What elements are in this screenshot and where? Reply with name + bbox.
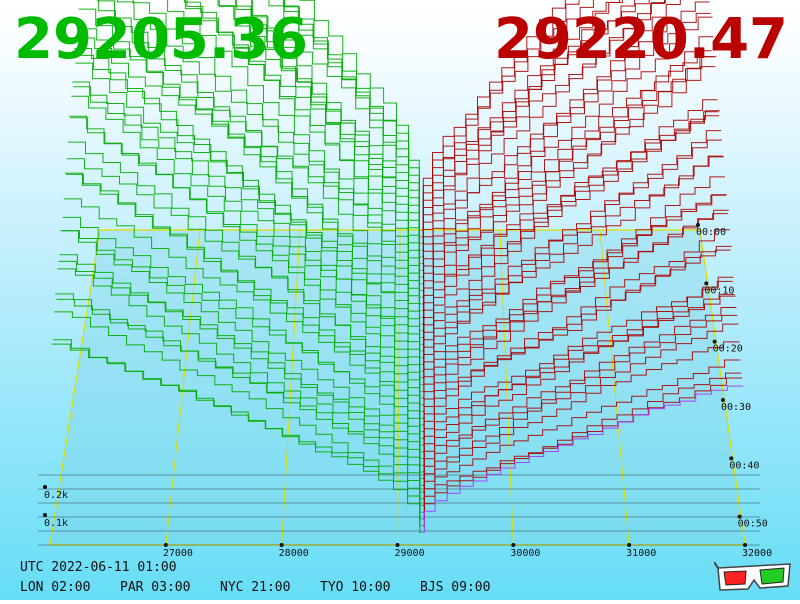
price-tick-label: 32000	[742, 548, 772, 559]
timezone-bjs: BJS 09:00	[420, 580, 491, 595]
time-tick-label: 00:40	[729, 460, 759, 471]
timezone-par: PAR 03:00	[120, 580, 191, 595]
timezone-tyo: TYO 10:00	[320, 580, 391, 595]
price-tick-label: 28000	[279, 548, 309, 559]
z-tick-dot	[43, 485, 47, 489]
depth-chart-stage: 27000 28000 29000 30000 31000 32000 0.1k 0.2k 00…	[0, 0, 800, 600]
price-tick-label: 27000	[163, 548, 193, 559]
z-tick-dot	[43, 513, 47, 517]
timezone-nyc: NYC 21:00	[220, 580, 291, 595]
order-book-3d-depth-chart: 27000 28000 29000 30000 31000 32000 0.1k 0.2k 00…	[0, 0, 800, 600]
time-tick-label: 00:10	[704, 285, 734, 296]
price-tick-dot	[279, 543, 284, 547]
z-tick-label: 0.1k	[44, 518, 68, 529]
time-tick-label: 00:20	[713, 344, 743, 355]
price-tick-dot	[163, 543, 168, 547]
time-tick-label: 00:30	[721, 402, 751, 413]
price-tick-dot	[395, 543, 400, 547]
timezone-lon: LON 02:00	[20, 580, 91, 595]
bid-price: 29205.36	[14, 7, 309, 72]
price-tick-label: 31000	[626, 548, 656, 559]
ask-price: 29220.47	[493, 7, 788, 72]
utc-timestamp: UTC 2022-06-11 01:00	[20, 560, 177, 575]
3d-glasses-icon[interactable]	[714, 560, 794, 594]
price-tick-dot	[511, 543, 516, 547]
price-tick-dot	[627, 543, 632, 547]
price-tick-label: 30000	[510, 548, 540, 559]
time-tick-label: 00:50	[738, 519, 768, 530]
z-tick-label: 0.2k	[44, 490, 68, 501]
price-tick-dot	[743, 543, 747, 547]
time-tick-label: 00:00	[696, 227, 726, 238]
price-tick-label: 29000	[395, 548, 425, 559]
